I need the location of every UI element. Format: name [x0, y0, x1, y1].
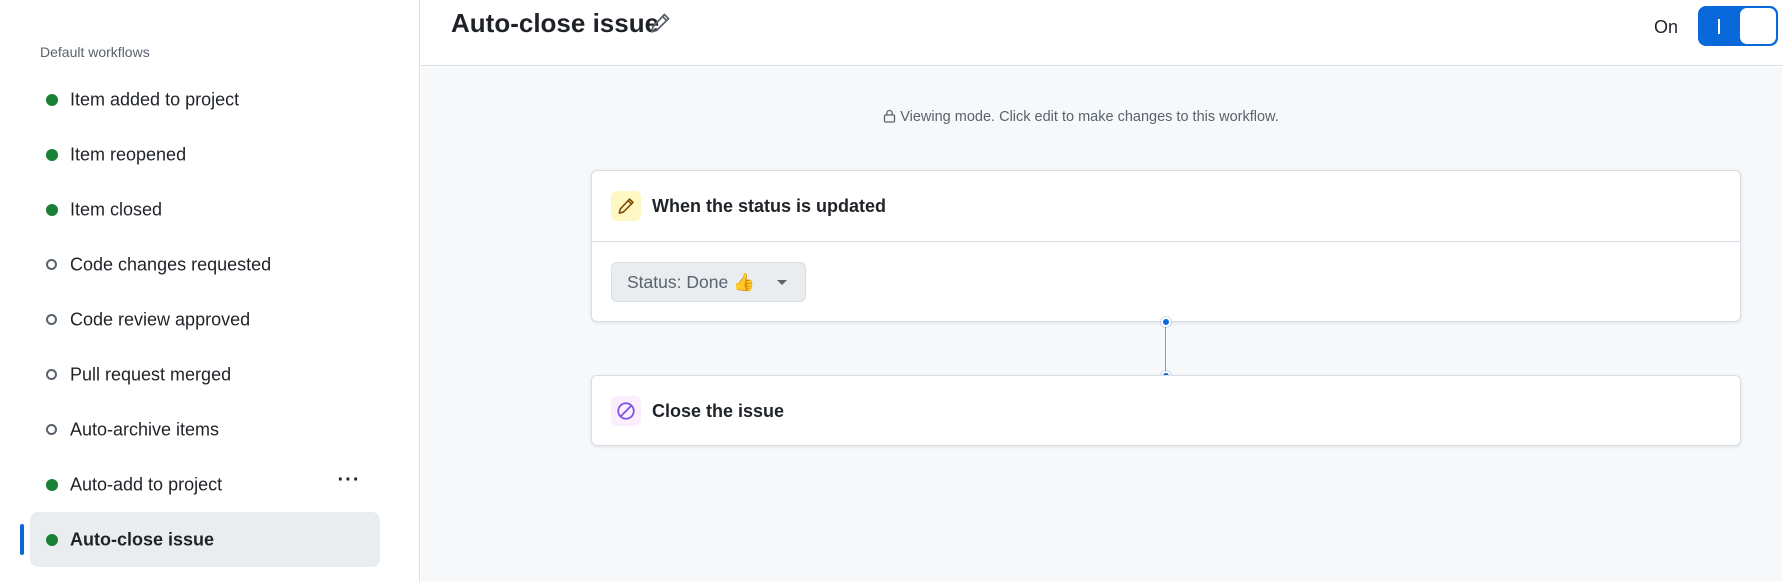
workflow-header: Auto-close issue On: [421, 0, 1782, 66]
sidebar-item-auto-add-to-project[interactable]: Auto-add to project ···: [30, 457, 380, 512]
sidebar-item-label: Code changes requested: [70, 254, 272, 274]
status-select-value: Status: Done 👍: [627, 271, 755, 292]
page-title: Auto-close issue: [451, 8, 660, 38]
sidebar-item-item-reopened[interactable]: Item reopened: [30, 127, 380, 182]
sidebar-item-label: Item added to project: [70, 89, 240, 109]
selected-indicator: [20, 524, 24, 555]
disabled-status-dot: [46, 369, 57, 380]
sidebar-item-label: Item reopened: [70, 144, 187, 164]
viewing-mode-text: Viewing mode. Click edit to make changes…: [900, 109, 1279, 125]
action-title: Close the issue: [652, 401, 785, 421]
action-card[interactable]: Close the issue: [591, 375, 1741, 446]
pencil-icon: [611, 191, 641, 221]
action-card-header: Close the issue: [592, 376, 1740, 447]
workflow-connector: [1165, 321, 1166, 375]
sidebar-item-label: Item closed: [70, 199, 163, 219]
sidebar-item-label: Pull request merged: [70, 364, 232, 384]
enabled-status-dot: [46, 533, 58, 546]
toggle-label: On: [1653, 17, 1678, 37]
toggle-on-mark: [1718, 19, 1720, 34]
disabled-status-dot: [46, 259, 57, 270]
disabled-status-dot: [46, 424, 57, 435]
pencil-icon[interactable]: [649, 12, 671, 34]
sidebar-item-auto-close-issue[interactable]: Auto-close issue: [20, 512, 380, 567]
kebab-horizontal-icon[interactable]: ···: [334, 470, 364, 497]
sidebar-item-label: Auto-add to project: [70, 474, 223, 494]
sidebar-item-label: Code review approved: [70, 309, 251, 329]
enabled-status-dot: [46, 478, 58, 491]
triangle-down-icon: [776, 280, 787, 285]
enabled-status-dot: [46, 203, 58, 216]
status-filter-select[interactable]: Status: Done 👍: [611, 262, 806, 302]
sidebar-item-label: Auto-archive items: [70, 419, 220, 439]
workflow-enable-toggle[interactable]: [1698, 6, 1778, 46]
trigger-card[interactable]: When the status is updated Status: Done …: [591, 170, 1741, 322]
connector-dot-top: [1161, 317, 1171, 327]
sidebar-item-code-changes-requested[interactable]: Code changes requested: [30, 237, 380, 292]
lock-icon: [883, 109, 896, 127]
sidebar-item-label: Auto-close issue: [70, 529, 215, 549]
sidebar-item-pull-request-merged[interactable]: Pull request merged: [30, 347, 380, 402]
sidebar-item-item-closed[interactable]: Item closed: [30, 182, 380, 237]
trigger-card-header: When the status is updated: [592, 171, 1740, 242]
workflow-list: Item added to project Item reopened Item…: [0, 72, 420, 567]
sidebar-item-code-review-approved[interactable]: Code review approved: [30, 292, 380, 347]
viewing-mode-note: Viewing mode. Click edit to make changes…: [421, 109, 1741, 127]
enabled-status-dot: [46, 93, 58, 106]
enabled-status-dot: [46, 148, 58, 161]
sidebar-item-item-added-to-project[interactable]: Item added to project: [30, 72, 380, 127]
sidebar-heading: Default workflows: [40, 44, 150, 60]
workflow-sidebar: Default workflows Item added to project …: [0, 0, 420, 581]
toggle-knob: [1740, 8, 1776, 44]
trigger-title: When the status is updated: [652, 196, 887, 216]
sidebar-item-auto-archive-items[interactable]: Auto-archive items: [30, 402, 380, 457]
workflow-canvas: Viewing mode. Click edit to make changes…: [421, 67, 1782, 581]
disabled-status-dot: [46, 314, 57, 325]
circle-slash-icon: [611, 396, 641, 426]
